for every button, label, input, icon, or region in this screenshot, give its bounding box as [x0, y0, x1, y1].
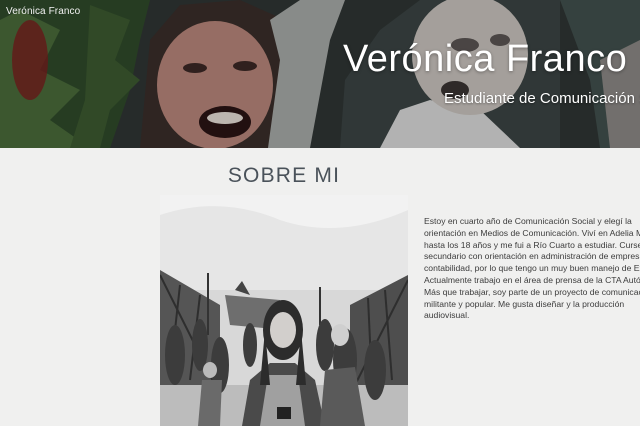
hero-banner: Verónica Franco Verónica Franco Estudian… [0, 0, 640, 148]
bio-line: Más que trabajar, soy parte de un proyec… [424, 286, 640, 297]
hero-title: Verónica Franco [343, 38, 628, 80]
bio-line: hasta los 18 años y me fui a Río Cuarto … [424, 239, 640, 250]
site-name-link[interactable]: Verónica Franco [6, 6, 80, 17]
bio-line: orientación en Medios de Comunicación. V… [424, 227, 640, 238]
bio-line: secundario con orientación en administra… [424, 251, 640, 262]
profile-photo [160, 195, 408, 426]
bio-line: Estoy en cuarto año de Comunicación Soci… [424, 216, 632, 226]
profile-photo-image [160, 195, 408, 426]
hero-subtitle: Estudiante de Comunicación Social [444, 90, 640, 107]
bio-line: contabilidad, por lo que tengo un muy bu… [424, 263, 640, 274]
bio-line: militante y popular. Me gusta diseñar y … [424, 298, 625, 309]
section-title: SOBRE MI [227, 164, 341, 187]
bio-line: audiovisual. [424, 310, 470, 321]
bio-text: Estoy en cuarto año de Comunicación Soci… [424, 216, 640, 326]
bio-line: Actualmente trabajo en el área de prensa… [424, 274, 640, 285]
